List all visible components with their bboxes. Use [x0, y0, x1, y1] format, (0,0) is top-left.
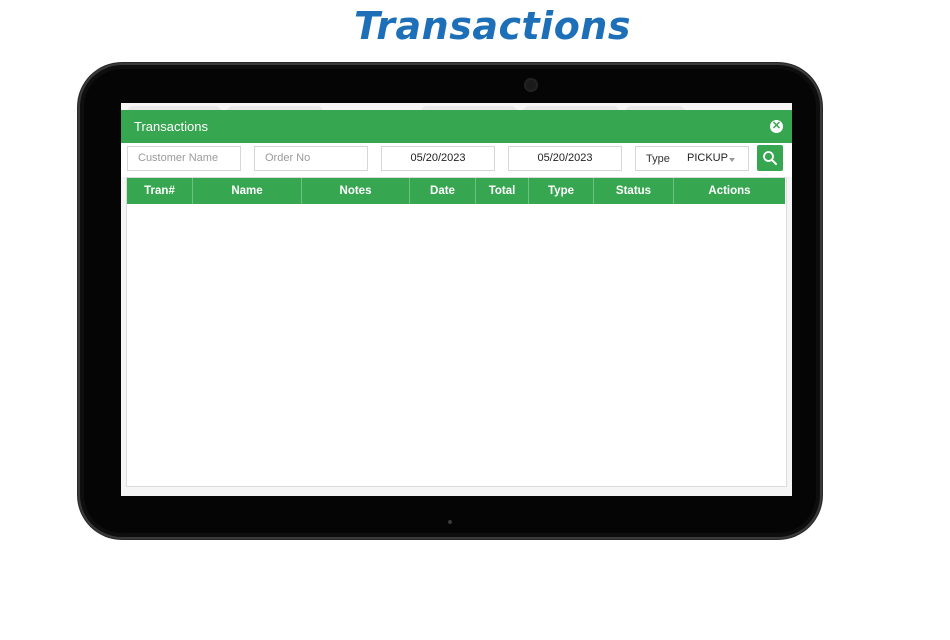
type-value: PICKUP — [687, 152, 728, 164]
close-icon[interactable]: ✕ — [770, 120, 783, 133]
page-heading: Transactions — [354, 4, 631, 48]
column-header-total[interactable]: Total — [476, 178, 529, 204]
column-header-notes[interactable]: Notes — [302, 178, 410, 204]
type-label: Type — [646, 153, 670, 165]
search-icon — [763, 151, 777, 165]
order-no-input[interactable]: Order No — [254, 146, 368, 171]
column-header-status[interactable]: Status — [594, 178, 674, 204]
column-header-tran[interactable]: Tran# — [127, 178, 193, 204]
home-indicator — [448, 520, 452, 524]
app-screen: Transactions ✕ Customer Name Order No 05… — [121, 103, 792, 496]
column-header-actions[interactable]: Actions — [674, 178, 785, 204]
type-select[interactable]: Type PICKUP — [635, 146, 749, 171]
filter-bar: Customer Name Order No 05/20/2023 05/20/… — [121, 143, 792, 177]
column-header-name[interactable]: Name — [193, 178, 302, 204]
table-header: Tran# Name Notes Date Total Type Status … — [127, 178, 785, 204]
camera-icon — [524, 78, 538, 92]
search-button[interactable] — [757, 145, 783, 171]
chevron-down-icon — [729, 158, 735, 162]
customer-name-input[interactable]: Customer Name — [127, 146, 241, 171]
modal-title: Transactions — [134, 119, 208, 134]
transactions-table: Tran# Name Notes Date Total Type Status … — [126, 177, 787, 487]
column-header-type[interactable]: Type — [529, 178, 594, 204]
date-to-input[interactable]: 05/20/2023 — [508, 146, 622, 171]
column-header-date[interactable]: Date — [410, 178, 476, 204]
modal-header: Transactions ✕ — [121, 110, 792, 143]
date-from-input[interactable]: 05/20/2023 — [381, 146, 495, 171]
